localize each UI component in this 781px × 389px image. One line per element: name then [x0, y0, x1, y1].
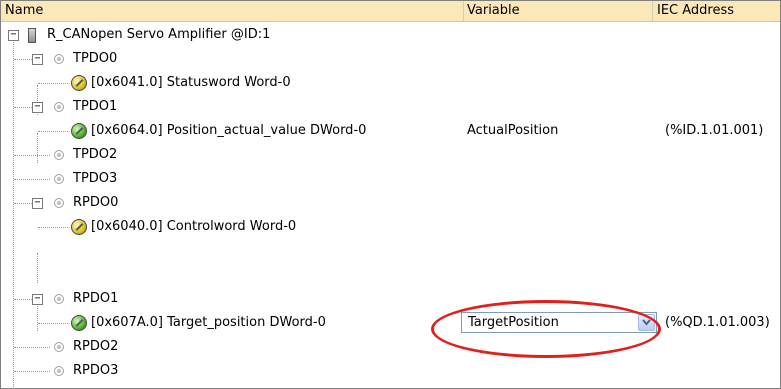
tree-line [14, 179, 50, 180]
variable-value[interactable]: ActualPosition [467, 122, 558, 140]
column-variable[interactable]: Variable [467, 3, 520, 18]
collapse-icon[interactable]: − [32, 198, 43, 209]
tree-line [38, 131, 68, 132]
pdo-label: TPDO1 [73, 99, 118, 114]
pdo-node-icon [54, 150, 64, 160]
collapse-icon[interactable]: − [32, 102, 43, 113]
column-divider[interactable] [652, 1, 653, 21]
variable-select-value: TargetPosition [468, 315, 559, 330]
tree-row-rpdo0[interactable]: − RPDO0 [1, 191, 780, 215]
pdo-label: TPDO3 [73, 171, 118, 186]
tree-line [14, 371, 50, 372]
entry-label: [0x6040.0] Controlword Word-0 [91, 219, 297, 234]
iec-address-value: (%QD.1.01.003) [665, 315, 770, 330]
tree-line [38, 323, 68, 324]
tree-line [38, 83, 68, 84]
tree-line [38, 227, 68, 228]
tree-row-tpdo3[interactable]: TPDO3 [1, 167, 780, 191]
variable-yellow-icon [71, 219, 87, 235]
pdo-node-icon [54, 54, 64, 64]
pdo-label: TPDO0 [73, 51, 118, 66]
device-module-icon [28, 28, 36, 43]
pdo-label: RPDO2 [73, 339, 119, 354]
dropdown-button[interactable] [638, 314, 655, 331]
tree-row-position-actual[interactable]: [0x6064.0] Position_actual_value DWord-0… [1, 119, 780, 143]
variable-green-icon [71, 315, 87, 331]
tree-row-tpdo0[interactable]: − TPDO0 [1, 47, 780, 71]
chevron-down-icon [642, 319, 651, 326]
pdo-label: RPDO3 [73, 363, 119, 378]
tree-row-target-position[interactable]: [0x607A.0] Target_position DWord-0 Targe… [1, 311, 780, 335]
tree-line [14, 203, 32, 204]
pdo-label: RPDO0 [73, 195, 119, 210]
tree-row-device[interactable]: − R_CANopen Servo Amplifier @ID:1 [1, 23, 780, 47]
iec-address-value: (%ID.1.01.001) [665, 123, 764, 138]
column-header: Name Variable IEC Address [1, 1, 780, 22]
tree-row-tpdo2[interactable]: TPDO2 [1, 143, 780, 167]
collapse-icon[interactable]: − [32, 294, 43, 305]
variable-green-icon [71, 123, 87, 139]
pdo-node-icon [54, 342, 64, 352]
tree-line [37, 253, 38, 283]
column-name[interactable]: Name [5, 3, 43, 18]
entry-label: [0x6041.0] Statusword Word-0 [91, 75, 291, 90]
tree-row-statusword[interactable]: [0x6041.0] Statusword Word-0 [1, 71, 780, 95]
entry-label: [0x6064.0] Position_actual_value DWord-0 [91, 123, 367, 138]
variable-select[interactable]: TargetPosition [461, 312, 657, 333]
pdo-label: RPDO1 [73, 291, 119, 306]
entry-label: [0x607A.0] Target_position DWord-0 [91, 315, 326, 330]
pdo-label: TPDO2 [73, 147, 118, 162]
pdo-mapping-tree: Name Variable IEC Address − R_CANopen Se… [0, 0, 781, 389]
tree-line [14, 59, 32, 60]
pdo-node-icon [54, 366, 64, 376]
tree-row-rpdo2[interactable]: RPDO2 [1, 335, 780, 359]
variable-yellow-icon [71, 75, 87, 91]
tree-line [14, 299, 32, 300]
tree-line [14, 155, 50, 156]
pdo-node-icon [54, 174, 64, 184]
pdo-node-icon [54, 102, 64, 112]
device-label: R_CANopen Servo Amplifier @ID:1 [47, 27, 271, 42]
tree-row-rpdo3[interactable]: RPDO3 [1, 359, 780, 383]
tree-row-rpdo1[interactable]: − RPDO1 [1, 287, 780, 311]
tree-row-tpdo1[interactable]: − TPDO1 [1, 95, 780, 119]
collapse-icon[interactable]: − [32, 54, 43, 65]
tree-row-controlword[interactable]: [0x6040.0] Controlword Word-0 [1, 215, 780, 239]
tree-line [14, 347, 50, 348]
column-divider[interactable] [463, 1, 464, 21]
pdo-node-icon [54, 294, 64, 304]
pdo-node-icon [54, 198, 64, 208]
column-iec-address[interactable]: IEC Address [657, 3, 734, 18]
collapse-icon[interactable]: − [8, 30, 19, 41]
tree-line [14, 107, 32, 108]
